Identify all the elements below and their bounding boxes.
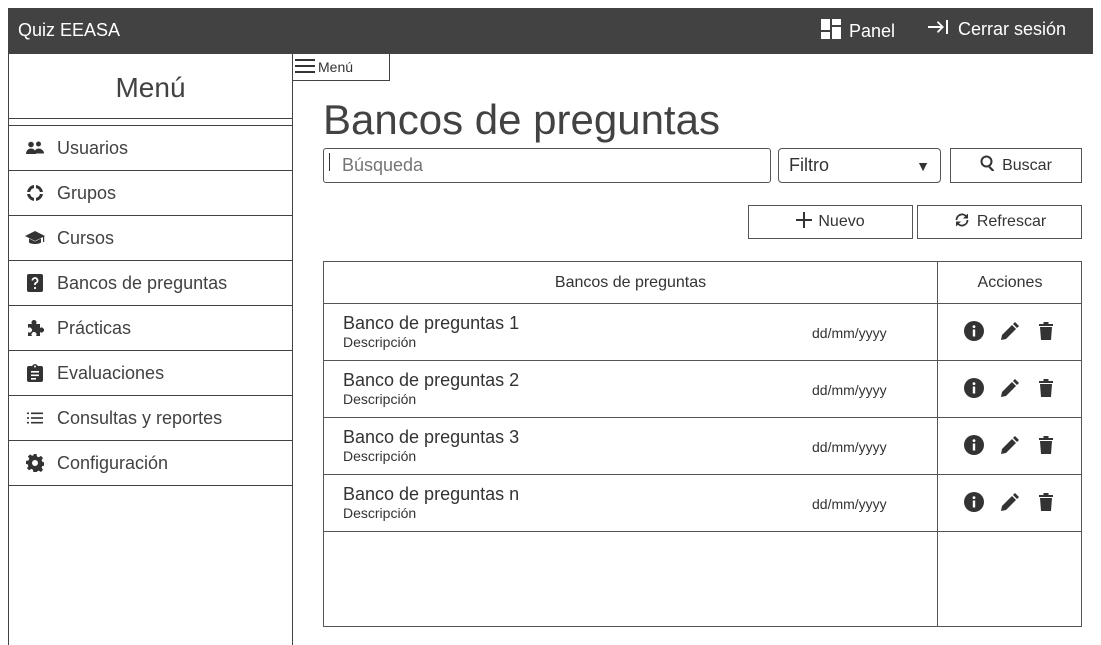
edit-icon[interactable] xyxy=(1000,321,1020,341)
sidebar-item-label: Cursos xyxy=(57,227,115,248)
search-button[interactable]: Buscar xyxy=(950,148,1082,183)
bank-description: Descripción xyxy=(343,505,417,521)
sidebar-item-label: Prácticas xyxy=(57,317,132,338)
row-actions xyxy=(964,435,1056,455)
dashboard-icon xyxy=(821,19,841,44)
table-row[interactable]: Banco de preguntas 3 Descripción dd/mm/y… xyxy=(324,418,1081,475)
edit-icon[interactable] xyxy=(1000,492,1020,512)
list-icon xyxy=(25,408,45,428)
edit-icon[interactable] xyxy=(1000,378,1020,398)
text-caret xyxy=(329,153,330,171)
sidebar-title: Menú xyxy=(9,54,292,119)
bank-date: dd/mm/yyyy xyxy=(812,325,887,341)
sidebar-item-groups[interactable]: Grupos xyxy=(9,171,292,216)
sidebar-item-courses[interactable]: Cursos xyxy=(9,216,292,261)
users-icon xyxy=(25,138,45,158)
edit-icon[interactable] xyxy=(1000,435,1020,455)
refresh-button-label: Refrescar xyxy=(976,213,1047,230)
table-row[interactable]: Banco de preguntas 1 Descripción dd/mm/y… xyxy=(324,304,1081,361)
question-icon xyxy=(25,273,45,293)
sidebar-item-label: Grupos xyxy=(57,182,117,203)
bank-description: Descripción xyxy=(343,334,417,350)
info-icon[interactable] xyxy=(964,492,984,512)
table-row[interactable]: Banco de preguntas n Descripción dd/mm/y… xyxy=(324,475,1081,532)
filter-selected-value: Filtro xyxy=(789,155,829,175)
groups-icon xyxy=(25,183,45,203)
info-icon[interactable] xyxy=(964,435,984,455)
search-input[interactable] xyxy=(323,148,771,183)
column-header-actions: Acciones xyxy=(977,274,1043,291)
bank-name: Banco de preguntas n xyxy=(343,484,520,504)
bank-date: dd/mm/yyyy xyxy=(812,439,887,455)
bank-name: Banco de preguntas 1 xyxy=(343,313,520,333)
bank-name: Banco de preguntas 3 xyxy=(343,427,520,447)
table-row[interactable]: Banco de preguntas 2 Descripción dd/mm/y… xyxy=(324,361,1081,418)
sidebar: Menú Usuarios Grupos Cursos Bancos de pr… xyxy=(8,54,293,645)
clipboard-icon xyxy=(25,363,45,383)
sidebar-item-users[interactable]: Usuarios xyxy=(9,126,292,171)
caret-down-icon: ▼ xyxy=(916,157,930,174)
bank-description: Descripción xyxy=(343,391,417,407)
page-title: Bancos de preguntas xyxy=(323,96,720,143)
logout-icon xyxy=(928,19,950,40)
bank-date: dd/mm/yyyy xyxy=(812,496,887,512)
puzzle-icon xyxy=(25,318,45,338)
info-icon[interactable] xyxy=(964,321,984,341)
row-actions xyxy=(964,492,1056,512)
refresh-icon xyxy=(953,212,971,233)
sidebar-item-practices[interactable]: Prácticas xyxy=(9,306,292,351)
info-icon[interactable] xyxy=(964,378,984,398)
sidebar-item-label: Consultas y reportes xyxy=(57,407,223,428)
row-actions xyxy=(964,378,1056,398)
refresh-button[interactable]: Refrescar xyxy=(917,205,1082,239)
panel-label: Panel xyxy=(849,21,896,41)
graduation-cap-icon xyxy=(25,228,45,248)
new-button-label: Nuevo xyxy=(818,213,865,230)
app-title: Quiz EEASA xyxy=(18,20,121,40)
sidebar-item-label: Configuración xyxy=(57,452,169,473)
top-bar: Quiz EEASA Panel Cerrar sesión xyxy=(8,8,1093,54)
new-button[interactable]: Nuevo xyxy=(748,205,913,239)
bank-name: Banco de preguntas 2 xyxy=(343,370,520,390)
column-header-banks: Bancos de preguntas xyxy=(554,274,707,291)
search-icon xyxy=(980,155,996,176)
logout-button[interactable]: Cerrar sesión xyxy=(928,19,1066,40)
row-actions xyxy=(964,321,1056,341)
plus-icon xyxy=(796,211,813,233)
sidebar-item-reports[interactable]: Consultas y reportes xyxy=(9,396,292,441)
sidebar-item-evaluations[interactable]: Evaluaciones xyxy=(9,351,292,396)
bank-description: Descripción xyxy=(343,448,417,464)
delete-icon[interactable] xyxy=(1036,435,1056,455)
sidebar-item-label: Bancos de preguntas xyxy=(57,272,228,293)
sidebar-item-label: Usuarios xyxy=(57,137,129,158)
sidebar-item-question-banks[interactable]: Bancos de preguntas xyxy=(9,261,292,306)
gear-icon xyxy=(25,453,45,473)
delete-icon[interactable] xyxy=(1036,492,1056,512)
delete-icon[interactable] xyxy=(1036,378,1056,398)
hamburger-icon xyxy=(295,58,315,76)
bank-date: dd/mm/yyyy xyxy=(812,382,887,398)
divider xyxy=(9,119,292,126)
search-button-label: Buscar xyxy=(1002,156,1052,174)
panel-button[interactable]: Panel xyxy=(821,19,895,44)
sidebar-item-settings[interactable]: Configuración xyxy=(9,441,292,486)
table-header: Bancos de preguntas Acciones xyxy=(324,262,1081,304)
question-banks-table: Bancos de preguntas Acciones Banco de pr… xyxy=(323,261,1082,627)
logout-label: Cerrar sesión xyxy=(958,19,1067,39)
delete-icon[interactable] xyxy=(1036,321,1056,341)
filter-select[interactable]: Filtro ▼ xyxy=(778,148,941,183)
menu-toggle-button[interactable]: Menú xyxy=(292,54,390,81)
sidebar-item-label: Evaluaciones xyxy=(57,362,165,383)
menu-toggle-label: Menú xyxy=(318,59,354,75)
